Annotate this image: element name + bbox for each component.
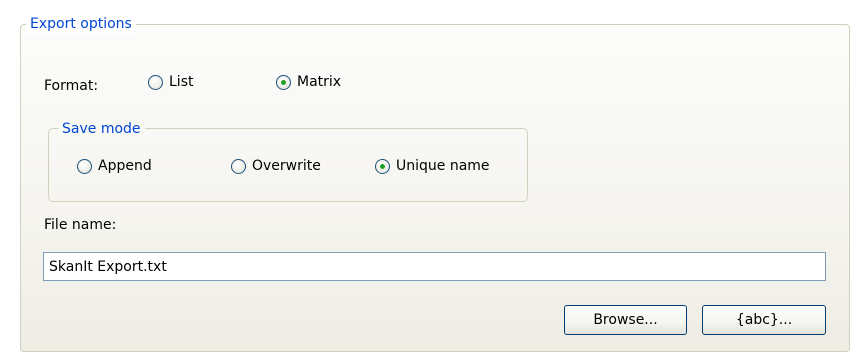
radio-unchecked-icon [77,158,92,174]
save-mode-unique-name-label: Unique name [396,158,490,174]
file-name-input[interactable] [43,252,826,281]
radio-checked-icon [276,74,291,90]
export-options-title: Export options [26,14,136,34]
format-list-radio[interactable]: List [148,72,193,92]
radio-unchecked-icon [231,158,246,174]
export-options-panel: Export options Format: List Matrix Save … [0,0,852,356]
save-mode-overwrite-radio[interactable]: Overwrite [231,156,321,176]
format-matrix-label: Matrix [297,74,342,90]
save-mode-append-label: Append [98,158,152,174]
save-mode-title: Save mode [58,119,145,139]
save-mode-overwrite-label: Overwrite [252,158,321,174]
save-mode-unique-name-radio[interactable]: Unique name [375,156,490,176]
save-mode-append-radio[interactable]: Append [77,156,152,176]
format-matrix-radio[interactable]: Matrix [276,72,341,92]
format-label: Format: [44,78,99,94]
browse-button[interactable]: Browse... [564,305,687,335]
format-list-label: List [169,74,194,90]
insert-variable-button[interactable]: {abc}... [702,305,826,335]
radio-unchecked-icon [148,74,163,90]
radio-checked-icon [375,158,390,174]
file-name-label: File name: [44,217,117,233]
